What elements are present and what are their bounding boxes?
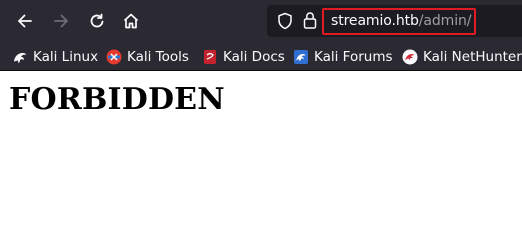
arrow-right-icon	[54, 14, 68, 28]
kali-nethunter-icon	[402, 49, 418, 65]
bookmark-label: Kali NetHunter	[423, 49, 522, 65]
page-heading: FORBIDDEN	[9, 82, 225, 117]
arrow-left-icon	[18, 14, 32, 28]
bookmark-kali-nethunter[interactable]: Kali NetHunter	[402, 47, 522, 67]
reload-icon	[90, 13, 104, 28]
shield-icon[interactable]	[277, 12, 293, 30]
bookmark-kali-linux[interactable]: Kali Linux	[12, 47, 98, 67]
page-content: FORBIDDEN	[0, 72, 522, 220]
bookmark-kali-tools[interactable]: Kali Tools	[106, 47, 189, 67]
bookmark-kali-forums[interactable]: Kali Forums	[293, 47, 393, 67]
kali-tools-icon	[106, 49, 122, 65]
url-field[interactable]: streamio.htb/admin/	[331, 12, 471, 30]
home-icon	[123, 13, 139, 29]
bookmark-label: Kali Docs	[223, 49, 285, 65]
bookmark-label: Kali Forums	[314, 49, 393, 65]
forward-button[interactable]	[48, 8, 74, 34]
bookmark-label: Kali Linux	[33, 49, 99, 65]
url-path: /admin/	[418, 13, 472, 29]
bookmark-label: Kali Tools	[127, 49, 189, 65]
kali-forums-icon	[294, 50, 308, 64]
url-host: streamio.htb	[331, 13, 419, 29]
back-button[interactable]	[12, 8, 38, 34]
reload-button[interactable]	[84, 8, 110, 34]
home-button[interactable]	[118, 8, 144, 34]
lock-icon[interactable]	[303, 11, 317, 30]
kali-docs-icon	[204, 50, 216, 64]
bookmark-kali-docs[interactable]: Kali Docs	[202, 47, 285, 67]
kali-dragon-icon	[14, 53, 26, 63]
bookmarks-toolbar: Kali Linux Kali Tools Kali Docs Kali For…	[0, 42, 522, 71]
browser-toolbar: streamio.htb/admin/	[0, 0, 522, 42]
address-bar[interactable]: streamio.htb/admin/	[267, 5, 522, 37]
